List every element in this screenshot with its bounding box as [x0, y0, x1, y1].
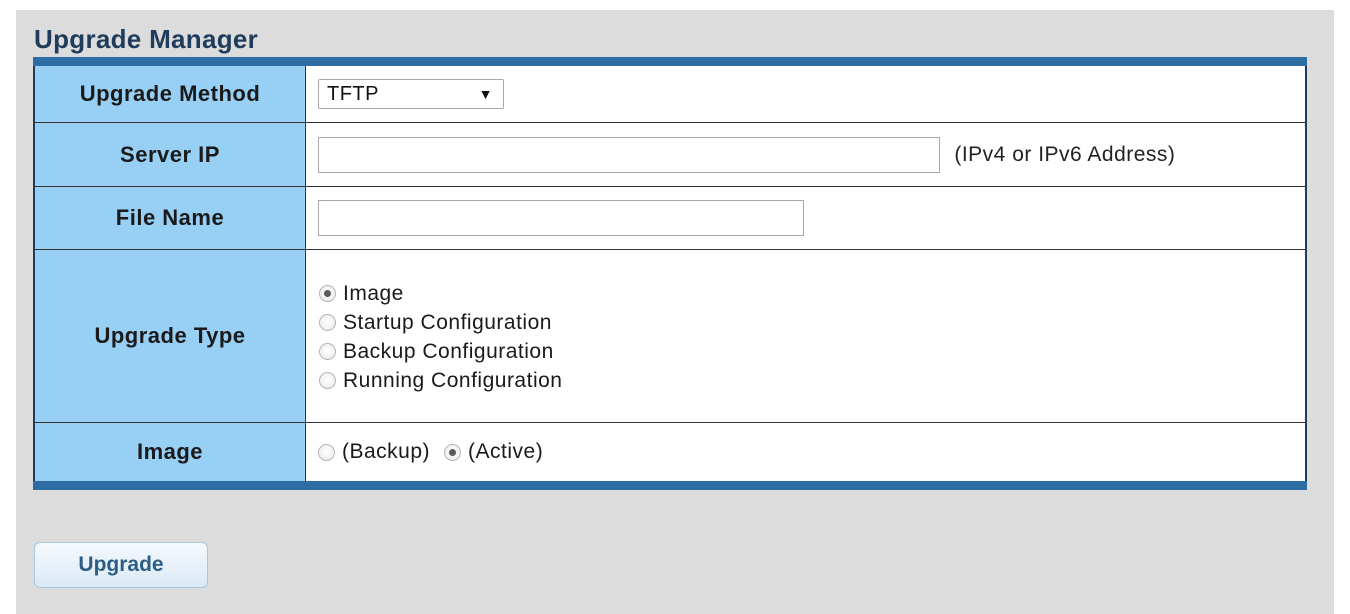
server-ip-row: Server IP (IPv4 or IPv6 Address): [33, 122, 1307, 187]
image-options: (Backup) (Active): [318, 440, 1305, 464]
image-cell: (Backup) (Active): [305, 422, 1307, 486]
upgrade-type-option-label: Backup Configuration: [343, 339, 554, 363]
upgrade-manager-panel: Upgrade Manager Upgrade Method TFTP ▼ Se…: [16, 10, 1334, 614]
upgrade-method-row: Upgrade Method TFTP ▼: [33, 61, 1307, 123]
upgrade-type-label: Upgrade Type: [33, 249, 306, 423]
upgrade-method-cell: TFTP ▼: [305, 61, 1307, 123]
radio-button-backup-configuration[interactable]: [319, 343, 336, 360]
upgrade-type-option-label: Running Configuration: [343, 368, 563, 392]
upgrade-method-label: Upgrade Method: [33, 61, 306, 123]
radio-button-running-configuration[interactable]: [319, 372, 336, 389]
upgrade-type-row: Upgrade Type Image Startup Configuration…: [33, 249, 1307, 423]
upgrade-type-option-backup-configuration[interactable]: Backup Configuration: [318, 337, 1305, 366]
radio-button-backup[interactable]: [318, 443, 335, 461]
radio-button-startup-configuration[interactable]: [319, 314, 336, 331]
page-title: Upgrade Manager: [34, 24, 259, 54]
server-ip-label: Server IP: [33, 122, 306, 187]
upgrade-type-option-startup-configuration[interactable]: Startup Configuration: [318, 308, 1305, 337]
file-name-input[interactable]: [318, 200, 804, 236]
image-option-active[interactable]: (Active): [444, 440, 543, 464]
upgrade-type-option-label: Startup Configuration: [343, 310, 552, 334]
file-name-label: File Name: [33, 186, 306, 250]
file-name-row: File Name: [33, 186, 1307, 250]
image-option-label: (Active): [468, 440, 544, 463]
dropdown-arrow-icon: ▼: [478, 86, 493, 102]
upgrade-type-option-running-configuration[interactable]: Running Configuration: [318, 366, 1305, 395]
image-option-label: (Backup): [342, 440, 431, 463]
server-ip-hint: (IPv4 or IPv6 Address): [954, 142, 1176, 166]
file-name-cell: [305, 186, 1307, 250]
image-row: Image (Backup) (Active): [33, 422, 1307, 486]
image-option-backup[interactable]: (Backup): [318, 440, 430, 464]
upgrade-type-option-label: Image: [343, 281, 404, 305]
radio-button-image[interactable]: [319, 285, 336, 302]
upgrade-type-options: Image Startup Configuration Backup Confi…: [318, 277, 1305, 395]
upgrade-type-cell: Image Startup Configuration Backup Confi…: [305, 249, 1307, 423]
image-label: Image: [33, 422, 306, 486]
server-ip-input[interactable]: [318, 136, 940, 173]
upgrade-button[interactable]: Upgrade: [34, 542, 208, 588]
server-ip-cell: (IPv4 or IPv6 Address): [305, 122, 1307, 187]
radio-button-active[interactable]: [444, 443, 462, 461]
upgrade-type-option-image[interactable]: Image: [318, 279, 1305, 308]
upgrade-method-select[interactable]: TFTP ▼: [318, 79, 504, 109]
upgrade-form-table: Upgrade Method TFTP ▼ Server IP (IPv4 or…: [33, 57, 1307, 490]
upgrade-method-selected-value: TFTP: [327, 82, 379, 105]
